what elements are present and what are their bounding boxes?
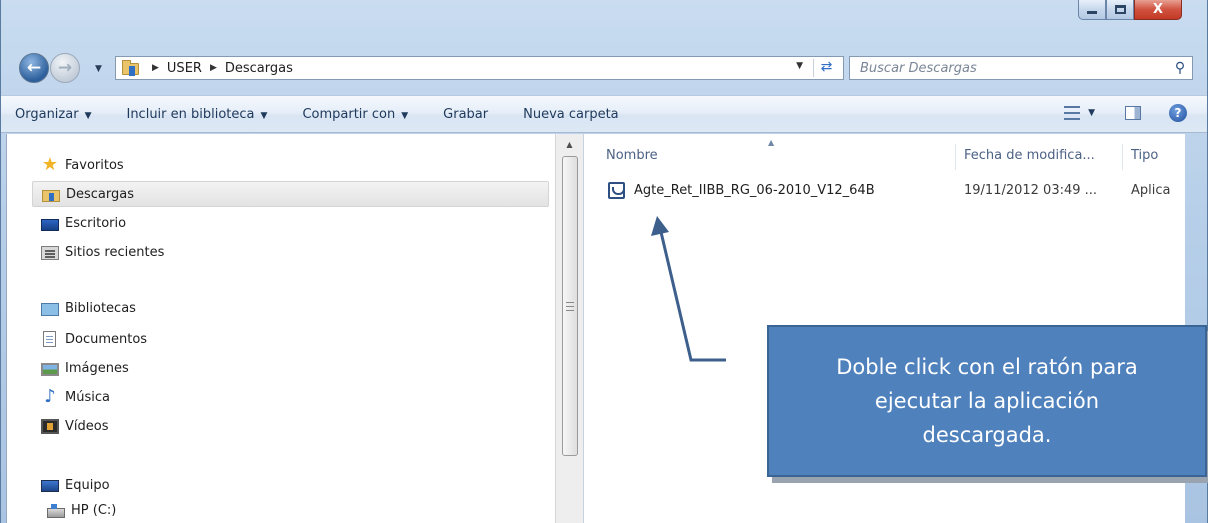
application-icon (608, 182, 625, 199)
scroll-up-icon[interactable]: ▲ (556, 140, 583, 149)
sidebar-item-equipo[interactable]: Equipo (41, 472, 341, 498)
search-input[interactable] (860, 58, 1168, 78)
chevron-down-icon: ▼ (401, 110, 409, 121)
sidebar-item-label: Escritorio (65, 215, 127, 231)
sidebar-item-documentos[interactable]: Documentos (41, 326, 341, 352)
annotation-callout: Doble click con el ratón para ejecutar l… (767, 325, 1207, 477)
sidebar-item-label: Equipo (65, 477, 110, 493)
sidebar-item-label: Bibliotecas (65, 300, 136, 316)
downloads-folder-icon (42, 189, 60, 202)
share-label: Compartir con (302, 106, 396, 122)
recent-places-icon (41, 246, 59, 260)
sidebar-item-favoritos[interactable]: ★ Favoritos (41, 152, 341, 178)
sidebar-item-label: Música (65, 389, 110, 405)
command-toolbar: Organizar ▼ Incluir en biblioteca ▼ Compar… (1, 95, 1207, 133)
sidebar-item-label: HP (C:) (71, 502, 117, 518)
grip-icon (566, 302, 574, 311)
maximize-icon (1114, 5, 1126, 14)
sidebar-item-label: Sitios recientes (65, 244, 165, 260)
preview-pane-icon[interactable] (1125, 106, 1141, 120)
documents-icon (43, 331, 56, 347)
sidebar-item-hp-c[interactable]: HP (C:) (47, 497, 347, 523)
back-button[interactable]: ← (19, 53, 49, 83)
close-button[interactable]: X (1134, 0, 1182, 20)
star-icon: ★ (41, 154, 59, 175)
pictures-icon (41, 362, 59, 376)
view-dropdown-icon[interactable]: ▼ (1088, 108, 1095, 118)
search-icon[interactable]: ⚲ (1168, 60, 1192, 76)
forward-button[interactable]: → (50, 53, 80, 83)
minimize-icon (1087, 11, 1097, 14)
file-row[interactable]: Agte_Ret_IIBB_RG_06-2010_V12_64B 19/11/2… (584, 178, 1185, 204)
recent-pages-dropdown[interactable]: ▼ (95, 64, 102, 74)
explorer-window: X ← → ▼ ▶ USER ▶ Descargas ▼ ⇄ ⚲ Organiz… (0, 0, 1208, 523)
sidebar-item-imagenes[interactable]: Imágenes (41, 355, 341, 381)
libraries-icon (41, 303, 59, 316)
desktop-icon (41, 218, 59, 231)
file-type: Aplica (1131, 183, 1171, 198)
column-header-date[interactable]: Fecha de modifica... (964, 148, 1095, 163)
help-icon[interactable]: ? (1169, 104, 1187, 122)
column-header-type[interactable]: Tipo (1131, 148, 1158, 163)
search-box[interactable]: ⚲ (849, 56, 1193, 80)
back-arrow-icon: ← (26, 58, 42, 78)
organize-label: Organizar (15, 106, 79, 122)
organize-menu[interactable]: Organizar ▼ (15, 107, 91, 122)
caption-buttons: X (1078, 0, 1182, 20)
file-name[interactable]: Agte_Ret_IIBB_RG_06-2010_V12_64B (634, 183, 875, 198)
column-header-name[interactable]: Nombre (606, 148, 658, 163)
forward-arrow-icon: → (57, 58, 73, 78)
breadcrumb-separator-icon[interactable]: ▶ (152, 63, 159, 73)
sidebar-item-label: Vídeos (65, 418, 109, 434)
sidebar-item-label: Imágenes (65, 360, 129, 376)
videos-icon (41, 418, 59, 434)
drive-icon (47, 503, 65, 518)
breadcrumb-descargas[interactable]: Descargas (225, 61, 293, 76)
sidebar-item-descargas[interactable]: Descargas (32, 181, 549, 207)
annotation-text: Doble click con el ratón para ejecutar l… (836, 355, 1138, 447)
new-folder-button[interactable]: Nueva carpeta (523, 107, 619, 122)
downloads-folder-icon (120, 58, 144, 78)
navigation-pane: ★ Favoritos Descargas Escritorio Sitios … (7, 134, 555, 523)
chevron-down-icon: ▼ (84, 110, 92, 121)
column-divider[interactable] (1122, 144, 1123, 170)
address-dropdown-icon[interactable]: ▼ (796, 61, 803, 71)
address-bar[interactable]: ▶ USER ▶ Descargas ▼ ⇄ (115, 56, 844, 80)
sidebar-item-label: Descargas (66, 186, 135, 202)
sidebar-item-videos[interactable]: Vídeos (41, 413, 341, 439)
view-options-icon[interactable] (1064, 106, 1081, 120)
chevron-down-icon: ▼ (260, 110, 268, 121)
file-date: 19/11/2012 03:49 ... (964, 183, 1098, 198)
breadcrumb-user[interactable]: USER (167, 61, 202, 76)
minimize-button[interactable] (1078, 0, 1106, 20)
refresh-icon[interactable]: ⇄ (813, 59, 839, 77)
toolbar-right-group: ▼ ? (1064, 104, 1187, 122)
sidebar-item-label: Favoritos (65, 157, 124, 173)
include-library-menu[interactable]: Incluir en biblioteca ▼ (126, 107, 267, 122)
sidebar-item-bibliotecas[interactable]: Bibliotecas (41, 295, 341, 321)
sidebar-item-escritorio[interactable]: Escritorio (41, 210, 341, 236)
column-divider[interactable] (955, 144, 956, 170)
sort-ascending-icon: ▲ (768, 138, 775, 147)
burn-button[interactable]: Grabar (443, 107, 488, 122)
scroll-thumb[interactable] (562, 156, 578, 456)
include-library-label: Incluir en biblioteca (126, 106, 255, 122)
sidebar-item-label: Documentos (65, 331, 148, 347)
sidebar-item-musica[interactable]: ♪ Música (41, 384, 341, 410)
sidebar-item-sitios-recientes[interactable]: Sitios recientes (41, 239, 341, 265)
breadcrumb-separator-icon[interactable]: ▶ (210, 63, 217, 73)
navigation-row: ← → ▼ ▶ USER ▶ Descargas ▼ ⇄ ⚲ (15, 50, 1193, 84)
maximize-button[interactable] (1106, 0, 1134, 20)
navigation-scrollbar[interactable]: ▲ (555, 134, 584, 523)
share-menu[interactable]: Compartir con ▼ (302, 107, 408, 122)
music-icon: ♪ (44, 386, 56, 407)
computer-icon (41, 480, 59, 492)
